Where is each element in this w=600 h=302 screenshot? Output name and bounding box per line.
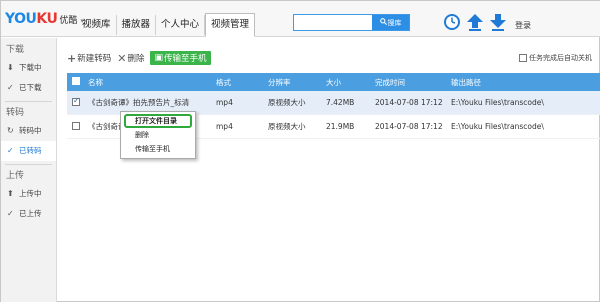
menu-item-transfer-to-phone[interactable]: 传输至手机: [121, 142, 195, 156]
sidebar-item-label: 已上传: [19, 209, 42, 218]
search-box: 搜库: [293, 14, 410, 31]
search-button[interactable]: 搜库: [372, 15, 409, 30]
menu-item-open-folder[interactable]: 打开文件目录: [124, 114, 192, 128]
new-transcode-button[interactable]: + 新建转码: [67, 52, 111, 65]
search-input[interactable]: [294, 15, 372, 30]
phone-icon: ▣: [154, 53, 163, 63]
row-checkbox-cell: [67, 121, 83, 132]
tab-video-management[interactable]: 视频管理: [205, 13, 256, 37]
youku-logo[interactable]: YOUKU 优酷 ▾: [5, 9, 84, 29]
download-icon[interactable]: [489, 13, 507, 31]
sidebar-item-transcoded[interactable]: ✓ 已转码: [1, 141, 56, 161]
row-checkbox[interactable]: [72, 96, 80, 106]
logo-cn: 优酷: [59, 15, 78, 26]
delete-label: 删除: [127, 54, 145, 64]
delete-button[interactable]: ✕ 删除: [117, 52, 144, 65]
section-title-upload: 上传: [6, 171, 25, 181]
upload-icon[interactable]: [466, 13, 484, 31]
sidebar-item-downloaded[interactable]: ✓ 已下载: [1, 78, 56, 98]
header-name[interactable]: 名称: [83, 77, 216, 88]
select-all-checkbox[interactable]: [72, 77, 80, 85]
plus-icon: +: [67, 51, 77, 65]
nav-tabs: 视频库 播放器 个人中心 视频管理: [77, 13, 256, 37]
transfer-to-phone-button[interactable]: ▣ 传输至手机: [150, 51, 211, 65]
tab-personal-center[interactable]: 个人中心: [156, 15, 206, 35]
new-transcode-label: 新建转码: [77, 54, 112, 64]
sidebar-item-transcoding[interactable]: ↻ 转码中: [1, 121, 56, 141]
cell-format: mp4: [216, 122, 233, 131]
sidebar-item-uploading[interactable]: ⬆ 上传中: [1, 184, 56, 204]
upload-arrow-icon: ⬆: [7, 189, 14, 198]
row-checkbox[interactable]: [72, 121, 80, 130]
header-output-path[interactable]: 输出路径: [451, 77, 600, 88]
sidebar-item-downloading[interactable]: ⬇ 下载中: [1, 58, 56, 78]
section-title-transcode: 转码: [6, 108, 25, 118]
header-size[interactable]: 大小: [326, 77, 375, 88]
cell-output-path: E:\Youku Files\transcode\: [451, 122, 544, 131]
search-icon: [379, 18, 387, 27]
clock-icon[interactable]: [443, 13, 461, 31]
menu-item-delete[interactable]: 删除: [121, 128, 195, 142]
sidebar: 下载 ⬇ 下载中 ✓ 已下载 转码 ↻ 转码中 ✓ 已转码 上传 ⬆ 上传中 ✓…: [1, 38, 57, 302]
login-link[interactable]: 登录: [515, 20, 531, 31]
close-icon: ✕: [117, 51, 127, 65]
auto-shutdown-option[interactable]: 任务完成后自动关机: [519, 53, 592, 63]
cell-output-path: E:\Youku Files\transcode\: [451, 98, 544, 107]
app-window: YOUKU 优酷 ▾ 视频库 播放器 个人中心 视频管理 搜库 登录 下载 ⬇ …: [0, 0, 600, 302]
row-checkbox-cell: [67, 96, 83, 108]
check-icon: ✓: [7, 83, 14, 92]
divider: [5, 101, 52, 102]
check-icon: ✓: [7, 209, 14, 218]
header-finished-time[interactable]: 完成时间: [375, 77, 451, 88]
toolbar: + 新建转码 ✕ 删除 ▣ 传输至手机: [67, 50, 217, 66]
search-button-label: 搜库: [387, 18, 402, 27]
context-menu: 打开文件目录 删除 传输至手机: [120, 111, 196, 159]
header-resolution[interactable]: 分辨率: [268, 77, 326, 88]
sidebar-item-label: 已下载: [19, 83, 42, 92]
cell-resolution: 原视频大小: [268, 122, 306, 131]
auto-shutdown-label: 任务完成后自动关机: [529, 54, 592, 62]
cell-finished-time: 2014-07-08 17:12: [375, 98, 443, 107]
cell-size: 7.42MB: [326, 98, 355, 107]
header-format[interactable]: 格式: [216, 77, 268, 88]
tab-player[interactable]: 播放器: [117, 15, 157, 35]
section-title-download: 下载: [6, 45, 25, 55]
sidebar-item-label: 已转码: [19, 146, 42, 155]
cell-finished-time: 2014-07-08 17:12: [375, 122, 443, 131]
table-header: 名称 格式 分辨率 大小 完成时间 输出路径: [67, 73, 600, 91]
sidebar-item-label: 上传中: [19, 189, 42, 198]
sidebar-item-uploaded[interactable]: ✓ 已上传: [1, 204, 56, 224]
logo-text: YOUKU: [5, 11, 58, 27]
check-icon: ✓: [7, 146, 14, 155]
tab-video-library[interactable]: 视频库: [77, 15, 117, 35]
download-arrow-icon: ⬇: [7, 63, 14, 72]
transfer-label: 传输至手机: [163, 54, 207, 64]
auto-shutdown-checkbox[interactable]: [519, 54, 527, 62]
cell-size: 21.9MB: [326, 122, 355, 131]
select-all-cell: [67, 77, 83, 87]
refresh-icon: ↻: [7, 126, 14, 135]
cell-format: mp4: [216, 98, 233, 107]
sidebar-item-label: 下载中: [19, 63, 42, 72]
cell-resolution: 原视频大小: [268, 98, 306, 107]
cell-name: 《古剑奇谭》拍先预告片_标清: [88, 98, 190, 107]
divider: [5, 164, 52, 165]
top-bar: YOUKU 优酷 ▾ 视频库 播放器 个人中心 视频管理 搜库 登录: [1, 1, 600, 37]
sidebar-item-label: 转码中: [19, 126, 42, 135]
